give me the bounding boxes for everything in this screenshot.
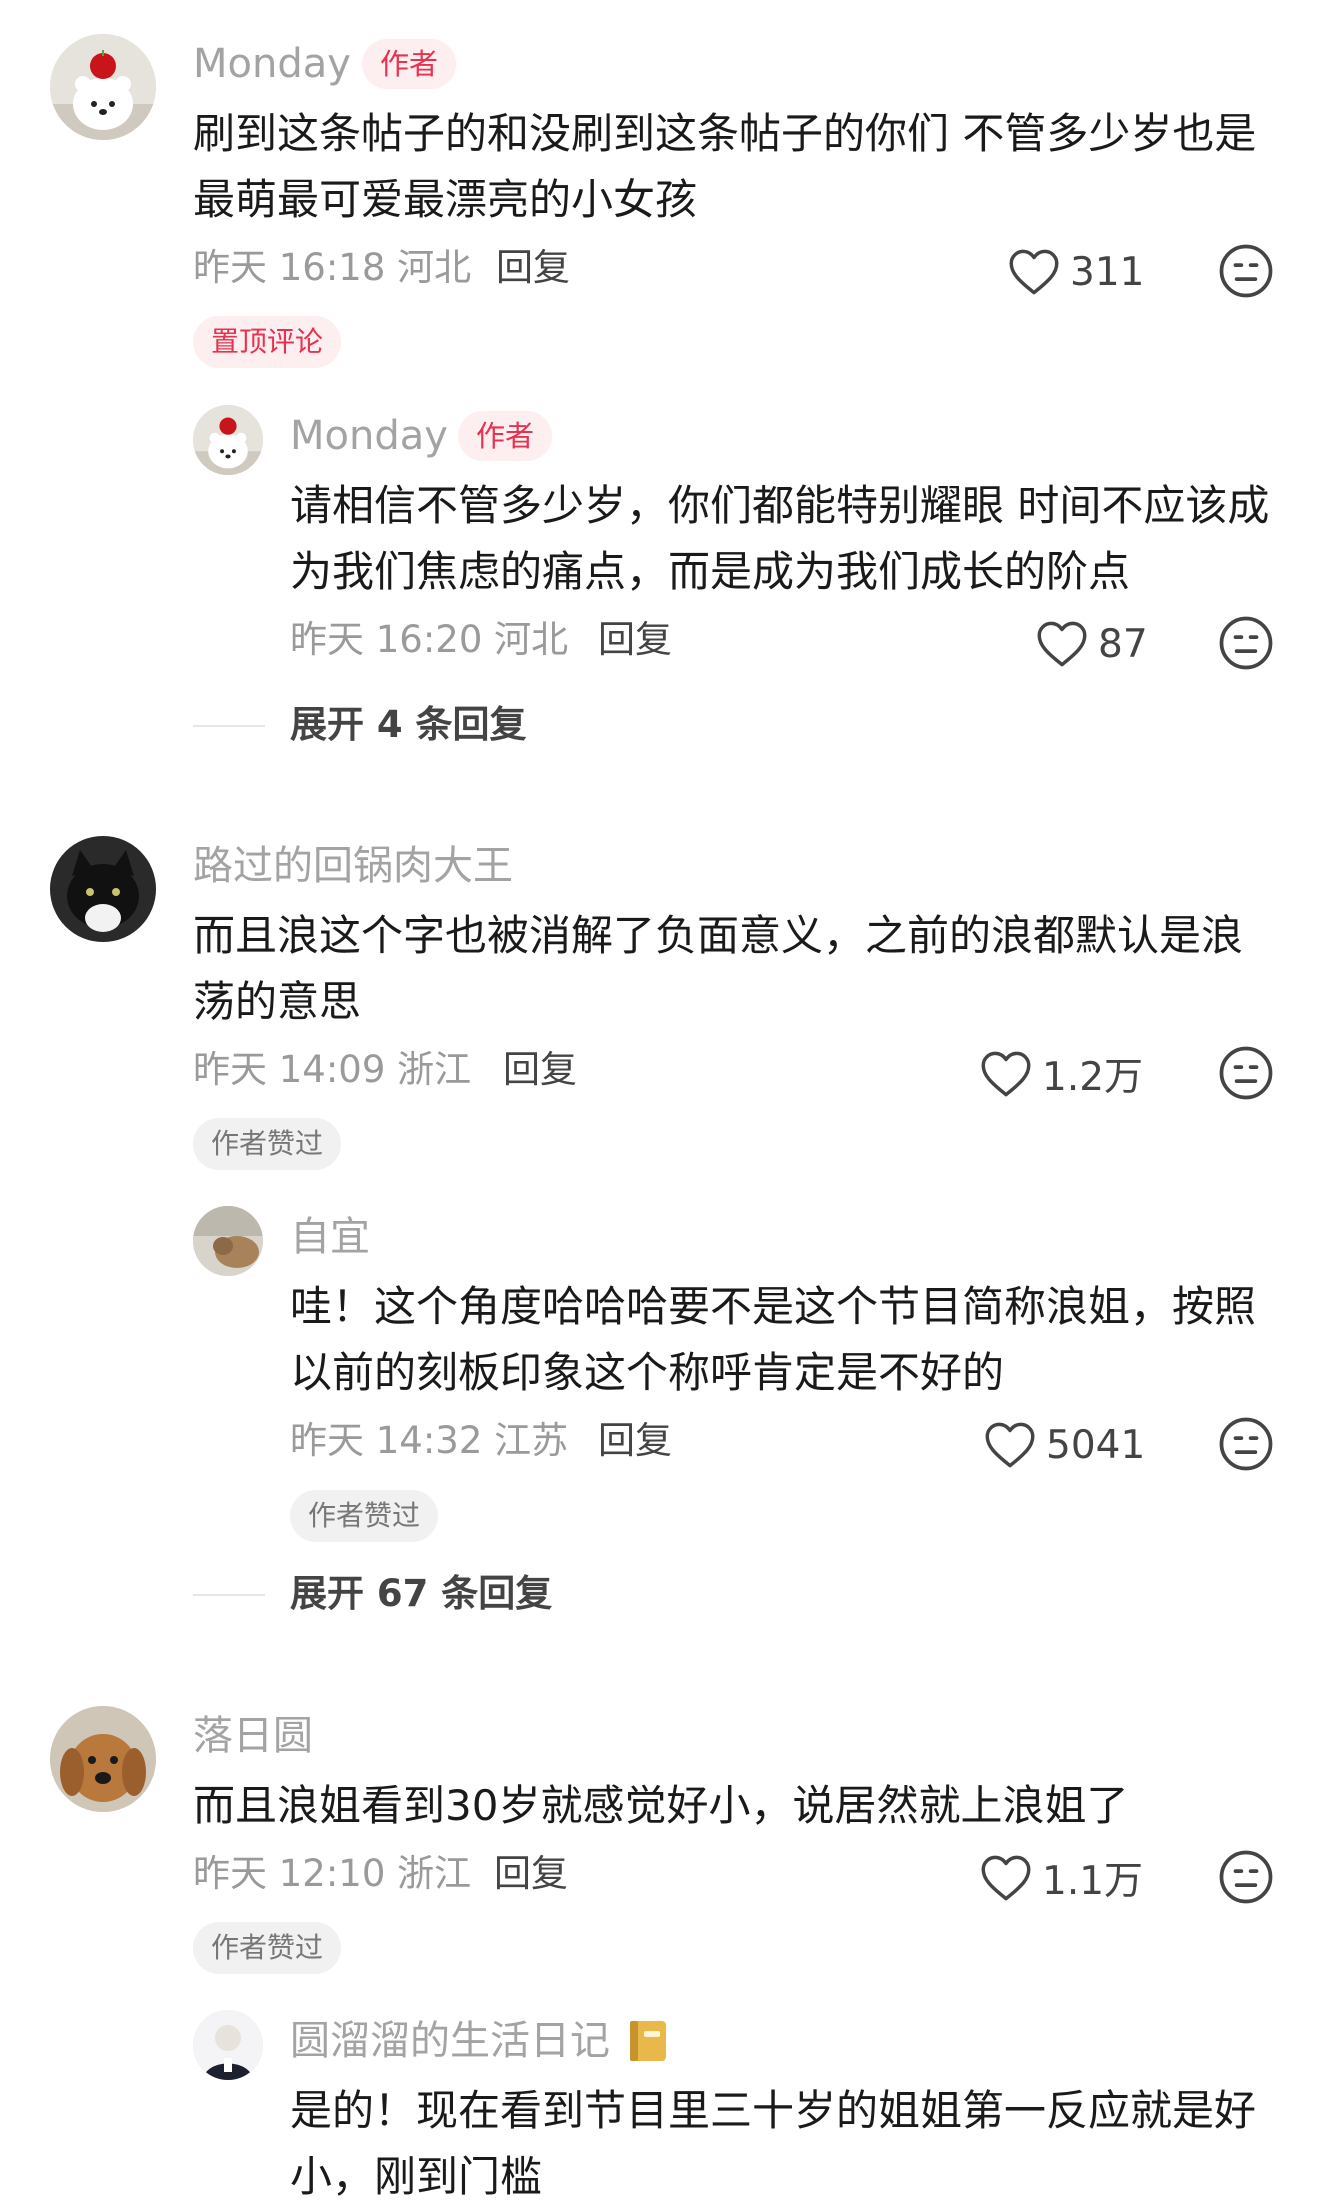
reply-text-line: 哇！这个角度哈哈哈要不是这个节目简称浪姐，按照 <box>290 1282 1257 1331</box>
reply-author-name[interactable]: 自宜 <box>290 1213 370 1261</box>
reply-button[interactable]: 回复 <box>598 618 672 662</box>
avatar[interactable] <box>50 836 156 942</box>
comment-timestamp-location: 昨天 16:18 河北 <box>193 246 472 289</box>
dislike-face-icon[interactable] <box>1218 1416 1274 1472</box>
reply-timestamp-location: 昨天 16:20 河北 <box>290 618 569 661</box>
comment-timestamp-location: 昨天 12:10 浙江 <box>193 1852 472 1895</box>
reply-text-line: 请相信不管多少岁，你们都能特别耀眼 时间不应该成 <box>290 481 1270 530</box>
expand-replies-button[interactable]: 展开 4 条回复 <box>290 703 527 747</box>
expand-divider <box>193 725 265 727</box>
author-liked-badge: 作者赞过 <box>193 1922 342 1974</box>
like-count: 1.1万 <box>1042 1859 1144 1904</box>
comment-text-line: 最萌最可爱最漂亮的小女孩 <box>193 175 698 224</box>
comment-author-name[interactable]: 路过的回锅肉大王 <box>193 842 513 890</box>
reply-author-name[interactable]: 圆溜溜的生活日记 <box>290 2017 610 2065</box>
pinned-comment-badge: 置顶评论 <box>193 316 342 368</box>
like-button[interactable]: 5041 <box>984 1417 1145 1473</box>
author-tag: 作者 <box>458 411 553 461</box>
like-count: 311 <box>1070 249 1145 295</box>
cat-avatar-icon <box>50 836 156 942</box>
dislike-face-icon[interactable] <box>1218 1849 1274 1905</box>
reply-button[interactable]: 回复 <box>598 1419 672 1463</box>
reply-button[interactable]: 回复 <box>503 1048 577 1092</box>
reply-timestamp-location: 昨天 14:32 江苏 <box>290 1419 569 1462</box>
comment-author-name[interactable]: Monday <box>193 40 351 88</box>
cat-photo-avatar-icon <box>193 1206 263 1276</box>
heart-icon <box>1037 621 1087 667</box>
reply-button[interactable]: 回复 <box>496 246 570 290</box>
notebook-emoji-icon <box>630 2021 666 2061</box>
bear-with-apple-icon <box>193 405 263 475</box>
avatar[interactable] <box>50 1706 156 1812</box>
comment-text-line: 荡的意思 <box>193 977 362 1026</box>
dislike-face-icon[interactable] <box>1218 615 1274 671</box>
author-tag: 作者 <box>362 39 457 89</box>
bear-with-apple-icon <box>50 34 156 140</box>
reply-text-line: 为我们焦虑的痛点，而是成为我们成长的阶点 <box>290 547 1131 596</box>
like-count: 5041 <box>1046 1422 1146 1468</box>
comment-text-line: 而且浪姐看到30岁就感觉好小，说居然就上浪姐了 <box>193 1781 1129 1830</box>
dog-avatar-icon <box>50 1706 156 1812</box>
like-count: 1.2万 <box>1042 1055 1144 1100</box>
reply-text-line: 以前的刻板印象这个称呼肯定是不好的 <box>290 1348 1005 1397</box>
comment-text-line: 刷到这条帖子的和没刷到这条帖子的你们 不管多少岁也是 <box>193 109 1257 158</box>
author-liked-badge: 作者赞过 <box>193 1118 342 1170</box>
reply-text-line: 是的！现在看到节目里三十岁的姐姐第一反应就是好 <box>290 2086 1257 2135</box>
dislike-face-icon[interactable] <box>1218 243 1274 299</box>
heart-icon <box>981 1855 1031 1901</box>
person-avatar-icon <box>193 2010 263 2080</box>
reply-button[interactable]: 回复 <box>494 1852 568 1896</box>
like-count: 87 <box>1098 621 1148 667</box>
like-button[interactable]: 311 <box>1008 244 1144 300</box>
author-liked-badge: 作者赞过 <box>290 1490 439 1542</box>
comment-author-name[interactable]: 落日圆 <box>193 1712 313 1760</box>
dislike-face-icon[interactable] <box>1218 1045 1274 1101</box>
comment-text-line: 而且浪这个字也被消解了负面意义，之前的浪都默认是浪 <box>193 911 1244 960</box>
expand-divider <box>193 1594 265 1596</box>
reply-text-line: 小，刚到门槛 <box>290 2152 543 2201</box>
avatar[interactable] <box>193 2010 263 2080</box>
like-button[interactable]: 1.1万 <box>980 1850 1143 1906</box>
like-button[interactable]: 87 <box>1036 616 1148 672</box>
avatar[interactable] <box>193 405 263 475</box>
like-button[interactable]: 1.2万 <box>980 1046 1143 1102</box>
comment-timestamp-location: 昨天 14:09 浙江 <box>193 1048 472 1091</box>
avatar[interactable] <box>50 34 156 140</box>
avatar[interactable] <box>193 1206 263 1276</box>
expand-replies-button[interactable]: 展开 67 条回复 <box>290 1572 552 1616</box>
heart-icon <box>985 1422 1035 1468</box>
heart-icon <box>1009 249 1059 295</box>
heart-icon <box>981 1051 1031 1097</box>
reply-author-name[interactable]: Monday <box>290 412 448 460</box>
